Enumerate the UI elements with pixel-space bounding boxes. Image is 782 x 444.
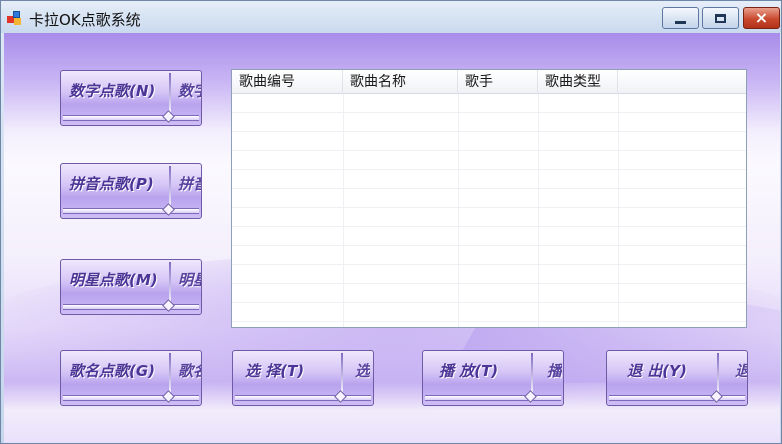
star-search-button[interactable]: 明星点歌(M) 明星: [60, 259, 202, 315]
songname-search-label: 歌名点歌(G): [69, 362, 156, 380]
maximize-icon: [715, 13, 726, 23]
pinyin-search-ghost: 拼音: [178, 175, 201, 193]
form-client-area: 数字点歌(N) 数字 拼音点歌(P) 拼音 明星点歌(M) 明星 歌名点歌(G)…: [4, 33, 780, 443]
button-rail: [609, 395, 745, 401]
exit-ghost: 退: [735, 360, 747, 381]
title-bar[interactable]: 卡拉OK点歌系统 ×: [1, 1, 781, 33]
number-search-label: 数字点歌(N): [69, 82, 156, 100]
pinyin-search-button[interactable]: 拼音点歌(P) 拼音: [60, 163, 202, 219]
star-search-label: 明星点歌(M): [69, 271, 158, 289]
empty-row: [232, 265, 746, 284]
empty-row: [232, 189, 746, 208]
empty-row: [232, 132, 746, 151]
play-label: 播 放(T): [439, 362, 499, 380]
songname-search-ghost: 歌名: [178, 362, 201, 380]
column-header-song-type[interactable]: 歌曲类型: [538, 70, 618, 94]
app-window: 卡拉OK点歌系统 × 数字点歌(N) 数字 拼音点歌(P) 拼音: [0, 0, 782, 444]
column-header-song-name[interactable]: 歌曲名称: [343, 70, 458, 94]
column-header-song-id[interactable]: 歌曲编号: [232, 70, 343, 94]
maximize-button[interactable]: [702, 7, 739, 29]
table-header: 歌曲编号 歌曲名称 歌手 歌曲类型: [232, 70, 746, 94]
select-button[interactable]: 选 择(T) 选: [232, 350, 374, 406]
app-icon: [7, 11, 23, 25]
minimize-button[interactable]: [662, 7, 699, 29]
songname-search-button[interactable]: 歌名点歌(G) 歌名: [60, 350, 202, 406]
pinyin-search-label: 拼音点歌(P): [69, 175, 154, 193]
empty-row: [232, 227, 746, 246]
window-title: 卡拉OK点歌系统: [29, 11, 141, 29]
button-rail: [63, 395, 199, 401]
empty-row: [232, 246, 746, 265]
empty-row: [232, 284, 746, 303]
button-rail: [63, 208, 199, 214]
close-icon: ×: [754, 8, 769, 27]
number-search-button[interactable]: 数字点歌(N) 数字: [60, 70, 202, 126]
table-body: [232, 94, 746, 327]
button-rail: [425, 395, 561, 401]
select-label: 选 择(T): [245, 362, 305, 380]
button-rail: [63, 115, 199, 121]
close-button[interactable]: ×: [743, 7, 780, 29]
exit-button[interactable]: 退 出(Y) 退: [606, 350, 748, 406]
empty-row: [232, 303, 746, 322]
column-header-singer[interactable]: 歌手: [458, 70, 538, 94]
select-ghost: 选: [355, 362, 371, 380]
empty-row: [232, 94, 746, 113]
song-list-table[interactable]: 歌曲编号 歌曲名称 歌手 歌曲类型: [231, 69, 747, 328]
exit-label: 退 出(Y): [627, 362, 687, 380]
star-search-ghost: 明星: [178, 271, 201, 289]
play-button[interactable]: 播 放(T) 播: [422, 350, 564, 406]
number-search-ghost: 数字: [178, 82, 201, 100]
empty-row: [232, 151, 746, 170]
button-rail: [235, 395, 371, 401]
empty-row: [232, 208, 746, 227]
button-rail: [63, 304, 199, 310]
play-ghost: 播: [547, 362, 563, 380]
empty-row: [232, 113, 746, 132]
empty-row: [232, 170, 746, 189]
minimize-icon: [675, 20, 686, 24]
